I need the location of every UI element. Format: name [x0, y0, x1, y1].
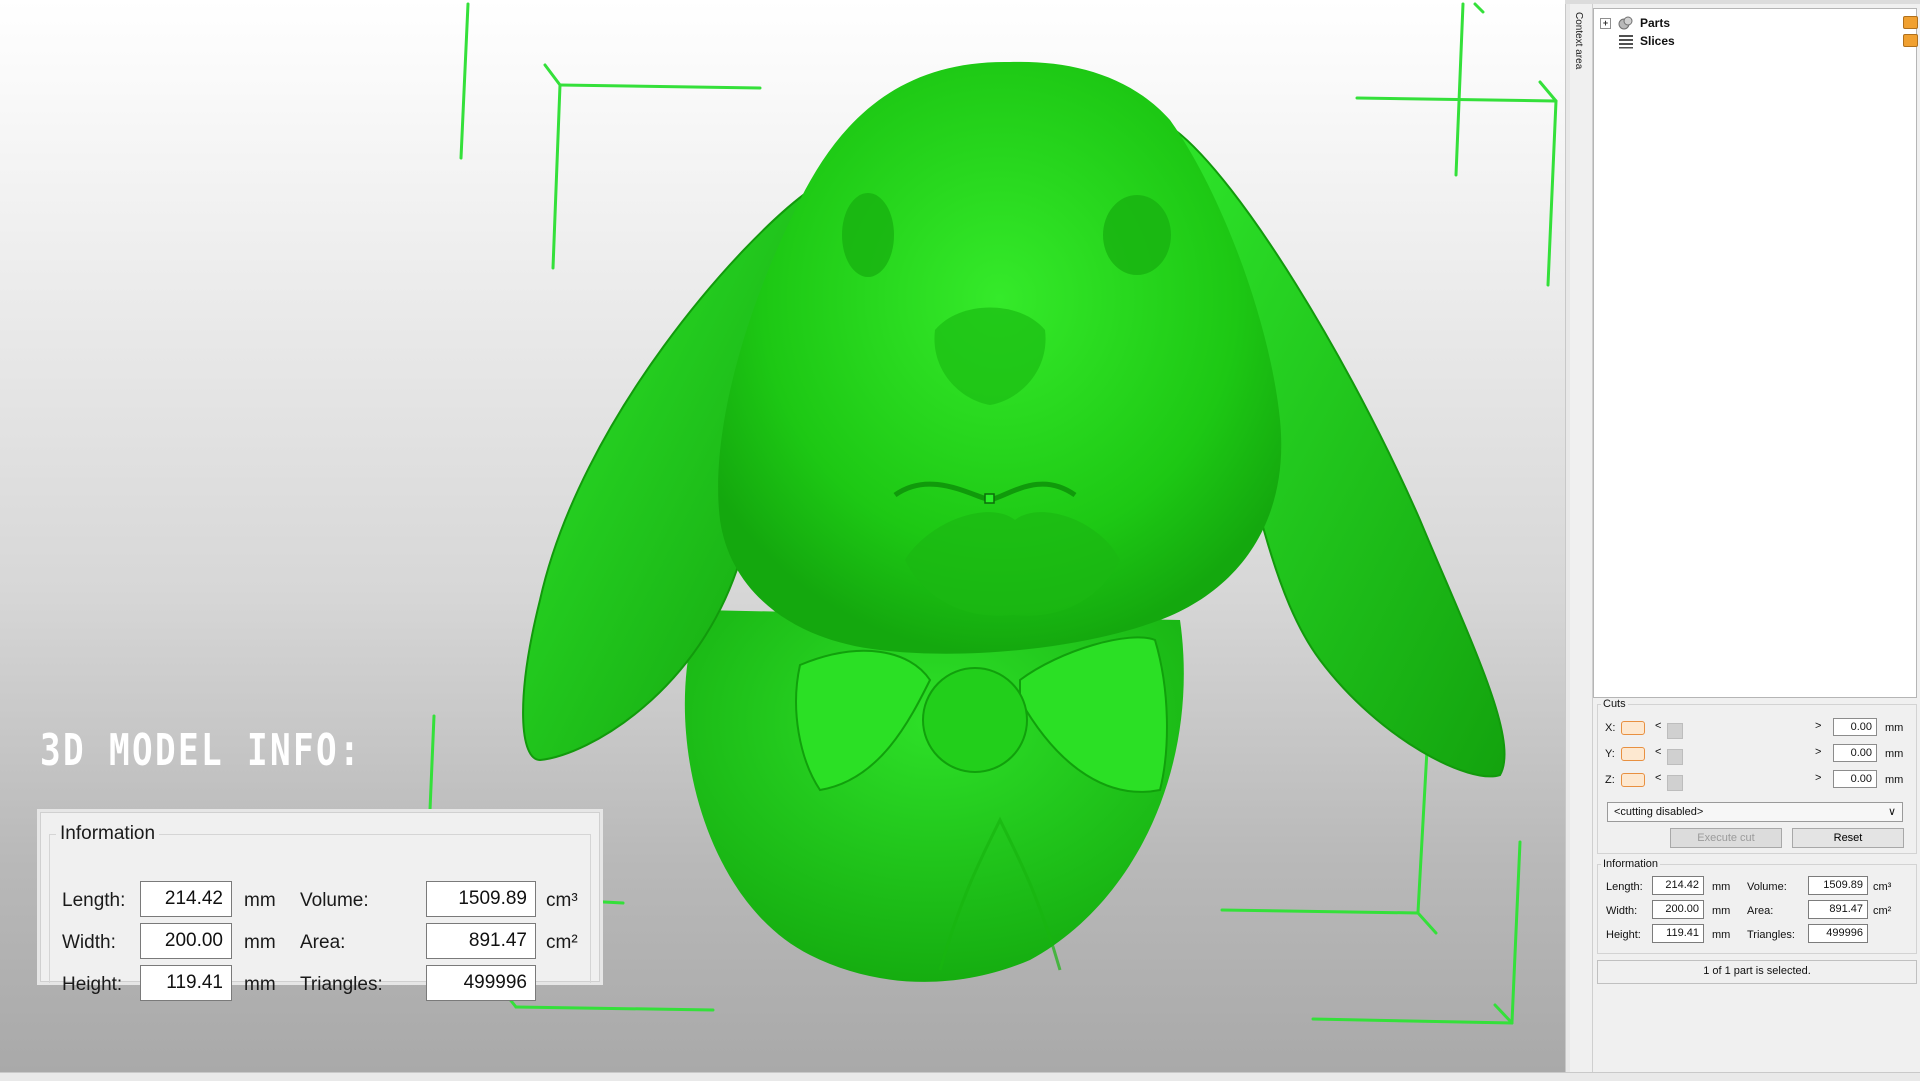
selection-status: 1 of 1 part is selected. — [1597, 960, 1917, 984]
context-area-tab[interactable] — [1570, 4, 1593, 1072]
parts-tree[interactable]: + Parts Slices — [1593, 8, 1918, 698]
cut-x-label: X: — [1605, 722, 1616, 734]
volume-unit: cm³ — [1873, 881, 1892, 893]
folder-icon[interactable] — [1903, 34, 1918, 47]
length-field: 214.42 — [1652, 876, 1704, 895]
cut-mode-select[interactable]: <cutting disabled> ∨ — [1607, 802, 1903, 822]
width-unit: mm — [1712, 905, 1731, 917]
overlay-width-label: Width: — [62, 932, 116, 953]
parts-icon — [1618, 16, 1633, 30]
cut-z-label: Z: — [1605, 774, 1615, 786]
execute-cut-button[interactable]: Execute cut — [1670, 828, 1782, 848]
cut-z-unit: mm — [1885, 774, 1904, 786]
overlay-info-title: Information — [60, 823, 156, 844]
cut-y-slider[interactable] — [1667, 749, 1807, 765]
cut-row-x: X: < > 0.00 mm — [1605, 718, 1910, 739]
width-label: Width: — [1606, 905, 1638, 917]
reset-button[interactable]: Reset — [1792, 828, 1904, 848]
cut-z-slider[interactable] — [1667, 775, 1807, 791]
cut-y-label: Y: — [1605, 748, 1615, 760]
cut-row-z: Z: < > 0.00 mm — [1605, 770, 1910, 791]
cut-x-slider[interactable] — [1667, 723, 1807, 739]
overlay-area-unit: cm² — [546, 932, 578, 953]
cut-y-checkbox[interactable] — [1621, 747, 1645, 761]
rabbit-model[interactable] — [522, 61, 1506, 982]
cut-y-input[interactable]: 0.00 — [1833, 744, 1877, 762]
overlay-volume-unit: cm³ — [546, 890, 578, 911]
height-unit: mm — [1712, 929, 1731, 941]
cut-x-unit: mm — [1885, 722, 1904, 734]
triangles-field: 499996 — [1808, 924, 1868, 943]
triangles-label: Triangles: — [1747, 929, 1795, 941]
overlay-row-width: Width: 200.00 mm Area: 891.47 cm² — [50, 923, 590, 965]
cut-y-unit: mm — [1885, 748, 1904, 760]
height-label: Height: — [1606, 929, 1641, 941]
info-row-width: Width: 200.00 mm Area: 891.47 cm² — [1606, 900, 1911, 922]
tree-item-parts[interactable]: + Parts — [1600, 15, 1918, 33]
selection-handle[interactable] — [984, 493, 995, 504]
cut-z-increase[interactable]: > — [1815, 772, 1821, 784]
overlay-info-panel: Information Length: 214.42 mm Volume: 15… — [40, 812, 600, 1001]
tree-label-slices: Slices — [1640, 34, 1675, 48]
slider-thumb[interactable] — [1667, 723, 1683, 739]
cut-x-decrease[interactable]: < — [1655, 720, 1661, 732]
cut-z-decrease[interactable]: < — [1655, 772, 1661, 784]
volume-label: Volume: — [1747, 881, 1787, 893]
cuts-title: Cuts — [1601, 698, 1628, 710]
area-unit: cm² — [1873, 905, 1892, 917]
overlay-triangles-label: Triangles: — [300, 974, 383, 995]
context-area-label: Context area — [1573, 12, 1584, 70]
area-field: 891.47 — [1808, 900, 1868, 919]
cut-y-increase[interactable]: > — [1815, 746, 1821, 758]
overlay-row-length: Length: 214.42 mm Volume: 1509.89 cm³ — [50, 881, 590, 923]
overlay-width-unit: mm — [244, 932, 276, 953]
overlay-length-unit: mm — [244, 890, 276, 911]
expand-icon[interactable]: + — [1600, 18, 1611, 29]
overlay-height-label: Height: — [62, 974, 123, 995]
overlay-title: 3D MODEL INFO: — [40, 725, 363, 776]
overlay-length-label: Length: — [62, 890, 126, 911]
cut-y-decrease[interactable]: < — [1655, 746, 1661, 758]
3d-viewport[interactable]: 3D MODEL INFO: Information Length: 214.4… — [0, 0, 1565, 1072]
cut-z-checkbox[interactable] — [1621, 773, 1645, 787]
overlay-area-label: Area: — [300, 932, 346, 953]
overlay-info-group: Information Length: 214.42 mm Volume: 15… — [49, 823, 591, 1001]
overlay-volume-label: Volume: — [300, 890, 369, 911]
slices-icon — [1619, 35, 1633, 49]
cut-x-checkbox[interactable] — [1621, 721, 1645, 735]
length-label: Length: — [1606, 881, 1643, 893]
cut-z-input[interactable]: 0.00 — [1833, 770, 1877, 788]
overlay-height-field: 119.41 — [140, 965, 232, 1001]
tree-item-slices[interactable]: Slices — [1600, 33, 1918, 51]
folder-icon[interactable] — [1903, 16, 1918, 29]
overlay-height-unit: mm — [244, 974, 276, 995]
chevron-down-icon[interactable]: ∨ — [1888, 803, 1896, 821]
width-field: 200.00 — [1652, 900, 1704, 919]
height-field: 119.41 — [1652, 924, 1704, 943]
overlay-area-field: 891.47 — [426, 923, 536, 959]
cut-mode-value: <cutting disabled> — [1614, 806, 1704, 818]
cut-row-y: Y: < > 0.00 mm — [1605, 744, 1910, 765]
info-row-height: Height: 119.41 mm Triangles: 499996 — [1606, 924, 1911, 946]
volume-field: 1509.89 — [1808, 876, 1868, 895]
overlay-width-field: 200.00 — [140, 923, 232, 959]
information-title: Information — [1601, 858, 1661, 870]
length-unit: mm — [1712, 881, 1731, 893]
right-panel: + Parts Slices Cuts X: < > 0.00 mm Y: < … — [1593, 4, 1920, 1072]
overlay-length-field: 214.42 — [140, 881, 232, 917]
slider-thumb[interactable] — [1667, 749, 1683, 765]
overlay-volume-field: 1509.89 — [426, 881, 536, 917]
overlay-triangles-field: 499996 — [426, 965, 536, 1001]
tree-label-parts: Parts — [1640, 16, 1671, 30]
area-label: Area: — [1747, 905, 1774, 917]
slider-thumb[interactable] — [1667, 775, 1683, 791]
info-row-length: Length: 214.42 mm Volume: 1509.89 cm³ — [1606, 876, 1911, 898]
cut-x-increase[interactable]: > — [1815, 720, 1821, 732]
overlay-row-height: Height: 119.41 mm Triangles: 499996 — [50, 965, 590, 1007]
cut-x-input[interactable]: 0.00 — [1833, 718, 1877, 736]
